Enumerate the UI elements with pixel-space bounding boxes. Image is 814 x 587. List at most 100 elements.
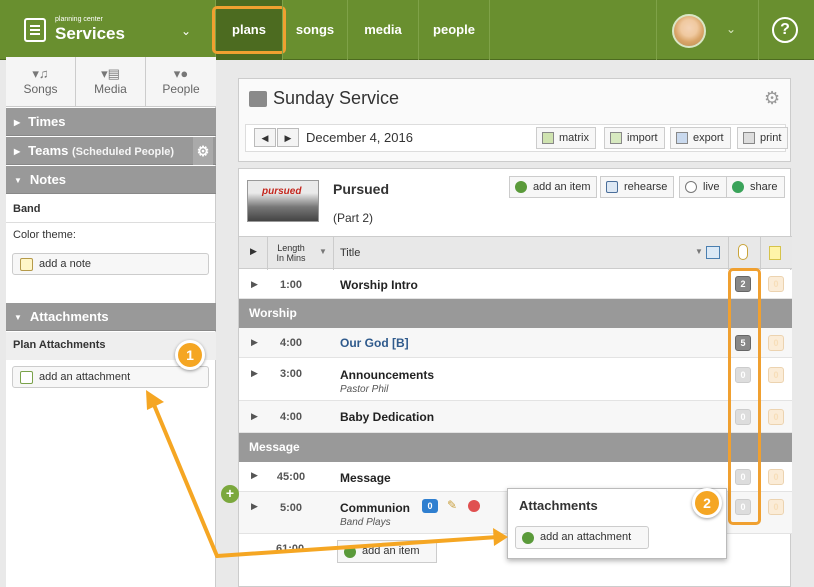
- section-header-worship[interactable]: Worship: [239, 299, 792, 328]
- item-title[interactable]: Baby Dedication: [340, 410, 434, 424]
- export-icon: [676, 132, 688, 144]
- gear-icon[interactable]: ⚙: [193, 137, 213, 165]
- table-row[interactable]: ▶ 1:00 Worship Intro 2 0: [239, 270, 792, 299]
- item-length: 45:00: [276, 471, 306, 483]
- chevron-down-icon[interactable]: ⌄: [181, 24, 191, 38]
- callout-badge-2: 2: [692, 488, 722, 518]
- share-label: share: [750, 181, 778, 193]
- expand-all-icon[interactable]: ▶: [250, 246, 257, 257]
- expand-row-icon[interactable]: ▶: [251, 279, 258, 290]
- pencil-icon[interactable]: ✎: [447, 498, 457, 512]
- comment-count-badge[interactable]: 0: [422, 499, 438, 513]
- share-icon: [732, 181, 744, 193]
- services-brand-menu[interactable]: planning center Services ⌄: [24, 16, 214, 46]
- nav-plans[interactable]: plans: [212, 0, 286, 60]
- total-length: 61:00: [276, 543, 305, 555]
- import-icon: [610, 132, 622, 144]
- expand-row-icon[interactable]: ▶: [251, 368, 258, 379]
- previous-plan-button[interactable]: ◀: [254, 128, 276, 147]
- nav-songs[interactable]: songs: [283, 0, 347, 60]
- user-avatar[interactable]: [672, 14, 706, 48]
- sidebar-section-teams[interactable]: ▶ Teams (Scheduled People) ⚙: [6, 137, 216, 165]
- item-title[interactable]: Message: [340, 471, 391, 485]
- brand-name: Services: [55, 24, 125, 43]
- sidebar-tab-people[interactable]: ▾● People: [146, 57, 216, 107]
- brand-small-text: planning center: [55, 16, 103, 23]
- note-count-badge[interactable]: 0: [768, 409, 784, 425]
- add-note-button[interactable]: add a note: [12, 253, 209, 275]
- live-label: live: [703, 181, 720, 193]
- live-button[interactable]: live: [679, 176, 727, 198]
- matrix-button[interactable]: matrix: [536, 127, 596, 149]
- thumbnail-text: pursued: [262, 186, 302, 197]
- share-button[interactable]: share: [726, 176, 785, 198]
- sidebar-tab-songs[interactable]: ▾♫ Songs: [6, 57, 76, 107]
- note-count-badge[interactable]: 0: [768, 469, 784, 485]
- clock-icon: [685, 181, 697, 193]
- sidebar-tab-label: Songs: [23, 82, 58, 96]
- add-item-button[interactable]: add an item: [337, 540, 437, 563]
- next-plan-button[interactable]: ▶: [277, 128, 299, 147]
- add-item-label: add an item: [362, 545, 420, 557]
- chevron-down-icon[interactable]: ⌄: [726, 22, 736, 36]
- top-nav-bar: planning center Services ⌄ plans songs m…: [0, 0, 814, 60]
- section-label: Teams: [28, 143, 69, 158]
- sidebar-section-times[interactable]: ▶ Times: [6, 108, 216, 136]
- item-length: 5:00: [279, 502, 303, 514]
- rehearse-button[interactable]: rehearse: [600, 176, 675, 198]
- note-count-badge[interactable]: 0: [768, 335, 784, 351]
- item-length: 1:00: [279, 279, 303, 291]
- section-label: Notes: [29, 172, 67, 187]
- expand-row-icon[interactable]: ▶: [251, 411, 258, 422]
- import-button[interactable]: import: [604, 127, 665, 149]
- date-bar: ◀ ▶ December 4, 2016 matrix import expor…: [245, 124, 789, 152]
- plan-header-panel: Sunday Service ⚙ ◀ ▶ December 4, 2016 ma…: [238, 78, 791, 162]
- film-icon: ▾▤: [101, 66, 120, 81]
- note-icon: [769, 246, 781, 260]
- table-row[interactable]: ▶ 4:00 Baby Dedication 0 0: [239, 401, 792, 433]
- insert-item-icon[interactable]: +: [221, 485, 239, 503]
- nav-people[interactable]: people: [419, 0, 489, 60]
- table-row[interactable]: ▶ 3:00 Announcements Pastor Phil 0 0: [239, 358, 792, 401]
- export-label: export: [693, 132, 724, 144]
- columns-icon[interactable]: [706, 246, 720, 259]
- expand-row-icon[interactable]: ▶: [251, 470, 258, 481]
- note-count-badge[interactable]: 0: [768, 367, 784, 383]
- nav-media[interactable]: media: [348, 0, 418, 60]
- plus-circle-icon: [344, 546, 356, 558]
- add-item-button[interactable]: add an item: [509, 176, 598, 198]
- item-title[interactable]: Worship Intro: [340, 278, 418, 292]
- attachment-add-icon: [20, 371, 33, 384]
- table-row[interactable]: ▶ 4:00 Our God [B] 5 0: [239, 328, 792, 358]
- book-icon: [606, 181, 618, 193]
- sidebar-tab-media[interactable]: ▾▤ Media: [76, 57, 146, 107]
- plan-date: December 4, 2016: [306, 130, 413, 145]
- section-label: Times: [28, 114, 66, 129]
- add-item-label: add an item: [533, 181, 591, 193]
- add-attachment-button[interactable]: add an attachment: [12, 366, 209, 388]
- expand-row-icon[interactable]: ▶: [251, 501, 258, 512]
- plan-title: Sunday Service: [273, 88, 400, 108]
- note-count-badge[interactable]: 0: [768, 499, 784, 515]
- chevron-down-icon[interactable]: ▼: [319, 247, 327, 256]
- services-logo-icon: [24, 18, 46, 42]
- export-button[interactable]: export: [670, 127, 731, 149]
- remove-icon[interactable]: [468, 500, 480, 512]
- chevron-down-icon[interactable]: ▼: [695, 247, 703, 256]
- item-title[interactable]: Announcements: [340, 368, 434, 382]
- expand-row-icon[interactable]: ▶: [251, 337, 258, 348]
- print-button[interactable]: print: [737, 127, 789, 149]
- sidebar-section-notes[interactable]: ▼ Notes: [6, 166, 216, 194]
- item-title[interactable]: Communion: [340, 501, 410, 515]
- length-header-line2: In Mins: [276, 253, 306, 263]
- note-count-badge[interactable]: 0: [768, 276, 784, 292]
- help-icon[interactable]: ?: [772, 17, 798, 43]
- import-label: import: [627, 132, 658, 144]
- song-title-link[interactable]: Our God [B]: [340, 336, 409, 350]
- title-column-header: Title: [340, 247, 361, 259]
- popover-add-attachment-button[interactable]: add an attachment: [515, 526, 649, 549]
- sidebar-section-attachments[interactable]: ▼ Attachments: [6, 303, 216, 331]
- gear-icon[interactable]: ⚙: [764, 88, 780, 109]
- sidebar-tab-label: People: [162, 82, 200, 96]
- section-header-message[interactable]: Message: [239, 433, 792, 462]
